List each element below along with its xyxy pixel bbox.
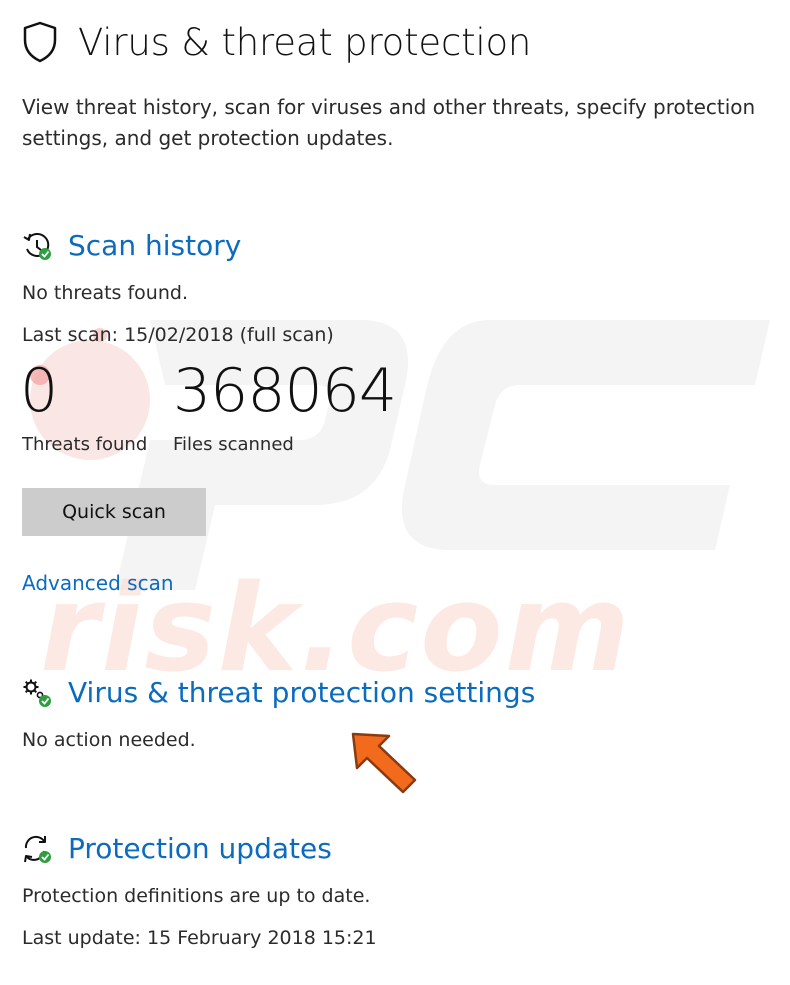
- gears-icon: [23, 679, 51, 707]
- quick-scan-button[interactable]: Quick scan: [22, 488, 206, 536]
- page-title-text: Virus & threat protection: [78, 20, 532, 64]
- refresh-icon: [24, 835, 51, 863]
- protection-updates-heading-text[interactable]: Protection updates: [68, 832, 332, 865]
- virus-threat-protection-page: Virus & threat protection View threat hi…: [0, 0, 790, 985]
- page-description: View threat history, scan for viruses an…: [22, 95, 756, 150]
- protection-settings-heading[interactable]: Virus & threat protection settings: [22, 676, 535, 709]
- scan-history-heading[interactable]: Scan history: [22, 229, 241, 262]
- protection-updates-status: Protection definitions are up to date.: [22, 885, 371, 907]
- page-title: Virus & threat protection: [22, 20, 531, 64]
- arrow-pointer-icon: [351, 732, 417, 794]
- shield-icon: [23, 21, 57, 63]
- scan-history-status: No threats found.: [22, 282, 188, 304]
- protection-updates-heading[interactable]: Protection updates: [22, 832, 332, 865]
- scan-history-heading-text[interactable]: Scan history: [68, 229, 241, 262]
- clock-history-icon: [23, 232, 51, 260]
- last-scan-text: Last scan: 15/02/2018 (full scan): [22, 324, 334, 346]
- protection-settings-heading-text[interactable]: Virus & threat protection settings: [68, 676, 535, 709]
- protection-settings-status: No action needed.: [22, 729, 196, 751]
- files-scanned-value: 368064: [173, 356, 397, 426]
- advanced-scan-link[interactable]: Advanced scan: [22, 571, 174, 595]
- threats-found-label: Threats found: [22, 434, 148, 455]
- threats-found-value: 0: [20, 356, 58, 426]
- last-update-text: Last update: 15 February 2018 15:21: [22, 927, 377, 949]
- files-scanned-label: Files scanned: [173, 434, 294, 455]
